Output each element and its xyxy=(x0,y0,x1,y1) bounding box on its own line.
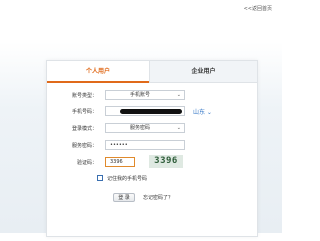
user-type-tabs: 个人用户 企业用户 xyxy=(47,61,257,83)
forgot-password-link[interactable]: 忘记密码了？ xyxy=(143,194,173,201)
login-panel: 个人用户 企业用户 账号类型： 手机账号 ⌄ 手机号码： 山东 ⌄ 登录模式： … xyxy=(46,60,258,237)
chevron-down-icon: ⌄ xyxy=(176,92,181,98)
remember-label: 记住我的手机号码 xyxy=(107,176,148,182)
password-label: 服务密码： xyxy=(71,143,97,149)
account-type-row: 账号类型： 手机账号 ⌄ xyxy=(47,90,257,102)
phone-label: 手机号码： xyxy=(71,109,97,115)
phone-row: 手机号码： 山东 ⌄ xyxy=(47,106,257,118)
remember-checkbox[interactable] xyxy=(97,175,103,181)
chevron-down-icon: ⌄ xyxy=(176,125,181,131)
tab-enterprise-user[interactable]: 企业用户 xyxy=(149,61,257,83)
login-mode-label: 登录模式： xyxy=(71,126,97,132)
password-row: 服务密码： •••••• xyxy=(47,140,257,152)
province-select[interactable]: 山东 ⌄ xyxy=(193,107,212,116)
password-input[interactable]: •••••• xyxy=(105,140,185,150)
tab-personal-user[interactable]: 个人用户 xyxy=(47,61,149,83)
login-button[interactable]: 登 录 xyxy=(113,193,135,202)
back-home-link[interactable]: <<返回首页 xyxy=(244,5,272,12)
account-type-label: 账号类型： xyxy=(71,93,97,99)
captcha-image[interactable]: 3396 xyxy=(149,155,183,168)
phone-input[interactable] xyxy=(105,106,185,116)
login-mode-value: 服务密码 xyxy=(129,125,150,131)
login-mode-row: 登录模式： 服务密码 ⌄ xyxy=(47,123,257,135)
action-row: 登 录 忘记密码了？ xyxy=(47,193,257,205)
captcha-row: 验证码： 3396 3396 xyxy=(47,155,257,169)
remember-row: 记住我的手机号码 xyxy=(47,175,257,187)
redacted-phone-number xyxy=(120,109,182,114)
account-type-select[interactable]: 手机账号 ⌄ xyxy=(105,90,185,100)
captcha-label: 验证码： xyxy=(76,160,97,166)
captcha-input[interactable]: 3396 xyxy=(105,157,135,167)
login-mode-select[interactable]: 服务密码 ⌄ xyxy=(105,123,185,133)
account-type-value: 手机账号 xyxy=(129,92,150,98)
